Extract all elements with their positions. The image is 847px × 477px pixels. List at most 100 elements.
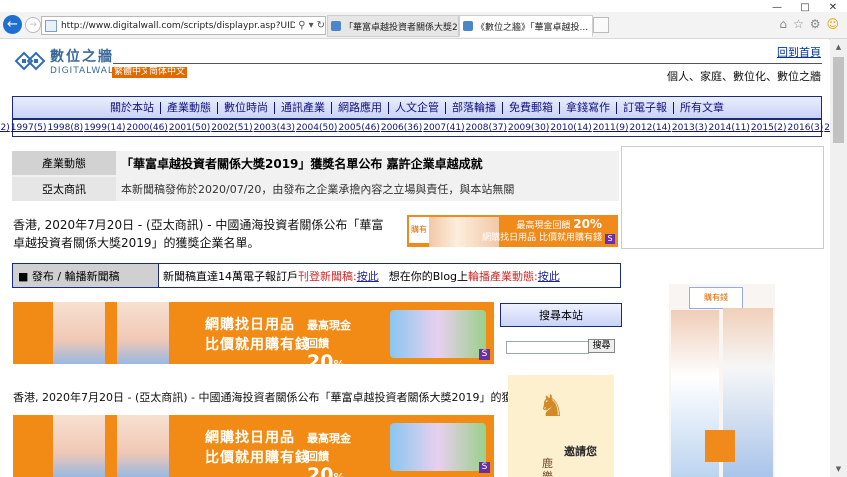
lang-traditional-link[interactable]: 繁體中文 (112, 67, 153, 78)
nav-newsletter[interactable]: 訂電子報 (617, 101, 674, 114)
press-release-bar: ■ 發布 / 輪播新聞稿 新聞稿直達14萬電子報訂戶 刊登新聞稿: 按此 想在你… (12, 263, 621, 288)
year-link[interactable]: 2004(50) (296, 123, 337, 133)
scroll-thumb[interactable] (833, 57, 844, 143)
nav-writing[interactable]: 拿錢寫作 (560, 101, 617, 114)
big-ad-banner-2[interactable]: 網購找日用品比價就用購有錢 最高現金回饋 20% S (13, 415, 494, 477)
year-link[interactable]: 1998(8) (47, 123, 83, 133)
gouyouqian-logo: 購有錢 (409, 217, 429, 243)
year-link[interactable]: 1997(5) (11, 123, 47, 133)
vertical-scrollbar[interactable]: ▲ ▼ (829, 39, 847, 477)
lang-simplified-link[interactable]: 简体中文 (147, 67, 188, 78)
back-arrow-icon[interactable]: ← (3, 15, 22, 34)
ad-mark: S (479, 462, 490, 473)
new-tab-button[interactable] (593, 17, 609, 33)
feedback-smiley-icon[interactable]: ☺ (826, 17, 839, 31)
year-link[interactable]: 2000(46) (127, 123, 168, 133)
ad-mark: S (605, 234, 615, 244)
year-archive-nav: 1996(2)1997(5)1998(8)1999(14)2000(46)200… (0, 119, 830, 137)
year-link[interactable]: 1996(2) (0, 123, 10, 133)
ad-percent-unit: % (333, 358, 344, 364)
ad-photo (53, 302, 105, 364)
logo-name-cn: 數位之牆 (50, 49, 114, 65)
ad-line2: 比價就用購有錢 (205, 337, 310, 353)
year-link[interactable]: 2009(30) (508, 123, 549, 133)
year-link[interactable]: 2005(46) (338, 123, 379, 133)
small-ad-banner[interactable]: 購有錢 最高現金回饋 20% 網購找日用品 比價就用購有錢 S (407, 215, 618, 247)
ad-cash-label: 最高現金回饋 (516, 221, 571, 231)
address-bar[interactable]: http://www.digitalwall.com/scripts/displ… (41, 16, 326, 35)
scroll-up-arrow-icon[interactable]: ▲ (830, 39, 847, 55)
ad-cash1: 最高現金 (307, 319, 351, 332)
nav-industry[interactable]: 產業動態 (161, 101, 218, 114)
home-link[interactable]: 回到首頁 (777, 44, 821, 60)
year-link[interactable]: 2012(14) (629, 123, 670, 133)
tab-1[interactable]: 「華富卓越投資者關係大獎201... (327, 15, 459, 37)
tab-2[interactable]: 《數位之牆》「華富卓越投... ✕ (459, 15, 593, 37)
press-bar-publish-label: 刊登新聞稿: (298, 269, 357, 283)
search-icon[interactable]: ⚲ (298, 20, 305, 31)
nav-blog[interactable]: 部落輪播 (446, 101, 503, 114)
ad-photo (53, 415, 105, 477)
ie-favicon-icon (331, 21, 341, 31)
ad-percent: 20 (307, 351, 334, 365)
scroll-down-arrow-icon[interactable]: ▼ (830, 461, 847, 477)
ad-cash1: 最高現金 (307, 432, 351, 445)
year-link[interactable]: 2010(14) (550, 123, 591, 133)
press-bar-rotate-label: 輪播產業動態: (468, 269, 538, 283)
browser-toolbar: ← → http://www.digitalwall.com/scripts/d… (0, 12, 847, 39)
right-ad-slot (621, 146, 824, 249)
year-link[interactable]: 2011(9) (593, 123, 629, 133)
header-divider (113, 63, 822, 64)
rotate-link[interactable]: 按此 (538, 268, 560, 284)
search-input[interactable] (506, 341, 589, 354)
vertical-ad[interactable]: 購有錢 (669, 284, 775, 477)
year-link[interactable]: 2016(3) (788, 123, 824, 133)
url-text[interactable]: http://www.digitalwall.com/scripts/displ… (61, 21, 295, 31)
ad-cash2: 回饋 (307, 337, 329, 350)
ad-product-image (390, 310, 486, 358)
main-nav: 關於本站 產業動態 數位時尚 通訊產業 網路應用 人文企管 部落輪播 免費郵箱 … (12, 96, 822, 119)
deer-ad[interactable]: ♞ 鹿 樂, 邀請您 (508, 375, 614, 477)
year-link[interactable]: 2008(37) (466, 123, 507, 133)
nav-about[interactable]: 關於本站 (104, 101, 161, 114)
year-link[interactable]: 2013(3) (672, 123, 708, 133)
nav-telecom[interactable]: 通訊產業 (275, 101, 332, 114)
ad-percent-unit: % (589, 217, 602, 231)
dropdown-chevron-icon[interactable]: ▾ (309, 20, 314, 31)
home-icon[interactable]: ⌂ (779, 17, 787, 31)
press-bar-text1: 新聞稿直達14萬電子報訂戶 (163, 269, 298, 283)
nav-mail[interactable]: 免費郵箱 (503, 101, 560, 114)
article-intro: 香港, 2020年7月20日 - (亞太商訊) - 中國通海投資者關係公布「華富… (13, 218, 384, 250)
ad-percent-unit: % (333, 471, 344, 477)
year-link[interactable]: 2006(36) (381, 123, 422, 133)
refresh-icon[interactable]: ↻ (317, 20, 325, 31)
page-icon (45, 19, 57, 32)
nav-management[interactable]: 人文企管 (389, 101, 446, 114)
article-paragraph: 香港, 2020年7月20日 - (亞太商訊) - 中國通海投資者關係公布「華富… (13, 391, 579, 404)
publish-link[interactable]: 按此 (357, 268, 379, 284)
year-link[interactable]: 2002(51) (211, 123, 252, 133)
category-label: 產業動態 (12, 151, 116, 175)
nav-all-articles[interactable]: 所有文章 (674, 101, 730, 114)
settings-gear-icon[interactable]: ⚙ (810, 17, 821, 31)
year-link[interactable]: 2001(50) (169, 123, 210, 133)
favorites-star-icon[interactable]: ☆ (793, 17, 804, 31)
ad-percent: 20 (573, 217, 590, 231)
year-link[interactable]: 2015(2) (751, 123, 787, 133)
year-link[interactable]: 2014(11) (709, 123, 750, 133)
year-link[interactable]: 2017(1) (824, 123, 830, 133)
search-button[interactable]: 搜尋 (588, 339, 615, 353)
ad-line2: 比價就用購有錢 (205, 450, 310, 466)
forward-arrow-icon[interactable]: → (25, 17, 41, 33)
search-site-title: 搜尋本站 (500, 303, 622, 327)
gouyouqian-logo: 購有錢 (689, 287, 743, 309)
nav-fashion[interactable]: 數位時尚 (218, 101, 275, 114)
ad-line1: 網購找日用品 (205, 430, 295, 446)
big-ad-banner-1[interactable]: 網購找日用品比價就用購有錢 最高現金回饋 20% S (13, 302, 494, 364)
site-logo[interactable]: 數位之牆 DIGITALWALL (14, 46, 120, 76)
nav-internet[interactable]: 網路應用 (332, 101, 389, 114)
year-link[interactable]: 2007(41) (423, 123, 464, 133)
year-link[interactable]: 2003(43) (254, 123, 295, 133)
web-page: 回到首頁 數位之牆 DIGITALWALL 繁體中文 简体中文 個人、家庭、數位… (0, 40, 830, 477)
year-link[interactable]: 1999(14) (84, 123, 125, 133)
